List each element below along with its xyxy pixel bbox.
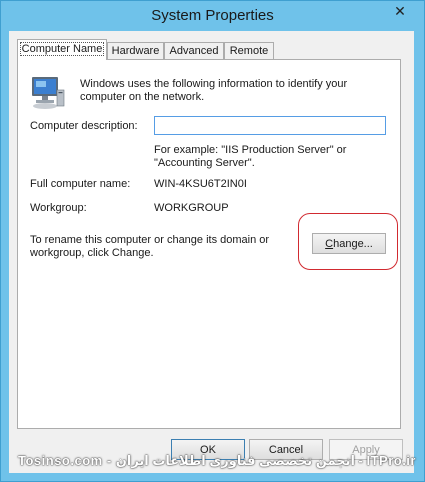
workgroup-label: Workgroup: [30, 202, 87, 214]
tab-advanced[interactable]: Advanced [164, 42, 224, 59]
change-button-label: Change... [325, 237, 373, 250]
computer-name-panel: Windows uses the following information t… [17, 59, 401, 429]
dialog-client-area: Computer Name Hardware Advanced Remote W… [9, 31, 414, 473]
rename-instructions: To rename this computer or change its do… [30, 234, 270, 259]
full-computer-name-label: Full computer name: [30, 178, 131, 190]
title-bar[interactable]: System Properties ✕ [1, 1, 424, 31]
change-button[interactable]: Change... [312, 233, 386, 254]
computer-icon [32, 77, 65, 109]
description-example-text: For example: "IIS Production Server" or … [154, 144, 347, 169]
tab-remote[interactable]: Remote [224, 42, 274, 59]
computer-description-input[interactable] [154, 116, 386, 135]
tab-label: Computer Name [19, 42, 105, 56]
window-title: System Properties [151, 7, 274, 24]
intro-text: Windows uses the following information t… [80, 78, 348, 103]
close-button[interactable]: ✕ [384, 1, 416, 21]
system-properties-window: System Properties ✕ Computer Name Hardwa… [0, 0, 425, 482]
workgroup-value: WORKGROUP [154, 202, 229, 214]
computer-description-label: Computer description: [30, 120, 138, 132]
tab-hardware[interactable]: Hardware [107, 42, 164, 59]
close-icon: ✕ [394, 2, 406, 19]
ok-button[interactable]: OK [171, 439, 245, 460]
apply-button[interactable]: Apply [329, 439, 403, 460]
tab-computer-name[interactable]: Computer Name [17, 39, 107, 60]
full-computer-name-value: WIN-4KSU6T2IN0I [154, 178, 247, 190]
cancel-button[interactable]: Cancel [249, 439, 323, 460]
